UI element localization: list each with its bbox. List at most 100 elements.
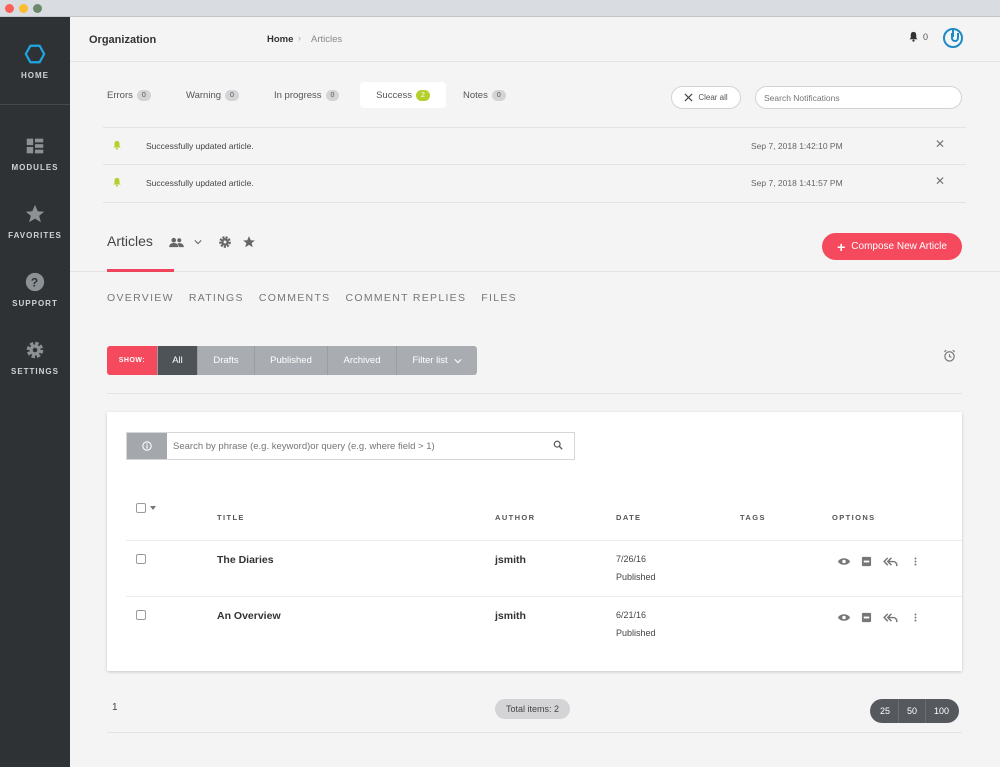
page-size-selector: 25 50 100 xyxy=(870,699,960,723)
more-vertical-icon[interactable] xyxy=(914,612,917,623)
minimize-window-button[interactable] xyxy=(19,4,28,13)
gear-icon[interactable] xyxy=(218,235,232,249)
bell-icon xyxy=(113,140,121,150)
count-badge: 0 xyxy=(491,89,506,101)
tab-overview[interactable]: OVERVIEW xyxy=(107,292,174,304)
article-subtabs: OVERVIEW RATINGS COMMENTS COMMENT REPLIE… xyxy=(107,292,517,304)
organization-label: Organization xyxy=(89,34,157,46)
sidebar-item-label: SUPPORT xyxy=(12,299,58,308)
chevron-down-icon xyxy=(454,358,462,363)
filter-all-button[interactable]: All xyxy=(157,346,197,375)
filter-label: Archived xyxy=(343,355,381,366)
count-badge: 0 xyxy=(325,89,340,101)
power-icon[interactable] xyxy=(943,28,963,48)
question-icon: ? xyxy=(25,272,45,292)
chevron-down-icon[interactable] xyxy=(194,239,202,245)
tab-label: Warning xyxy=(186,89,222,101)
users-icon[interactable] xyxy=(169,237,184,248)
compose-new-article-button[interactable]: + Compose New Article xyxy=(822,233,962,260)
tab-label: In progress xyxy=(274,89,322,101)
tab-label: Notes xyxy=(463,89,488,101)
notification-timestamp: Sep 7, 2018 1:42:10 PM xyxy=(751,141,843,151)
search-options-button[interactable] xyxy=(127,433,167,459)
page-number[interactable]: 1 xyxy=(112,702,118,713)
archive-icon[interactable] xyxy=(861,556,872,567)
archive-icon[interactable] xyxy=(861,612,872,623)
dismiss-icon[interactable]: ✕ xyxy=(935,174,945,188)
maximize-window-button[interactable] xyxy=(33,4,42,13)
column-header-author: AUTHOR xyxy=(495,513,536,522)
grid-icon xyxy=(26,138,44,154)
compose-label: Compose New Article xyxy=(851,241,947,252)
more-vertical-icon[interactable] xyxy=(914,556,917,567)
article-title[interactable]: An Overview xyxy=(217,610,281,622)
tab-ratings[interactable]: RATINGS xyxy=(189,292,244,304)
sidebar-item-label: HOME xyxy=(21,71,49,80)
notification-row: Successfully updated article. Sep 7, 201… xyxy=(103,127,966,165)
page-size-option[interactable]: 50 xyxy=(898,699,925,723)
eye-icon[interactable] xyxy=(837,557,851,566)
tab-in-progress[interactable]: In progress 0 xyxy=(264,82,349,108)
top-header: Organization Home › Articles 0 xyxy=(70,17,1000,62)
breadcrumb-home[interactable]: Home xyxy=(267,34,293,45)
count-badge: 2 xyxy=(416,89,430,101)
breadcrumb-separator: › xyxy=(298,33,301,43)
sidebar-item-label: FAVORITES xyxy=(8,231,62,240)
svg-text:?: ? xyxy=(31,276,39,290)
filter-label: Published xyxy=(270,355,312,366)
divider xyxy=(107,732,962,733)
search-notifications-input[interactable] xyxy=(755,86,962,109)
filter-published-button[interactable]: Published xyxy=(254,346,327,375)
alarm-clock-icon[interactable] xyxy=(943,349,956,362)
tab-notes[interactable]: Notes 0 xyxy=(453,82,516,108)
filter-drafts-button[interactable]: Drafts xyxy=(197,346,254,375)
tab-files[interactable]: FILES xyxy=(481,292,517,304)
reply-all-icon[interactable] xyxy=(883,613,898,623)
bell-icon[interactable] xyxy=(908,31,919,42)
eye-icon[interactable] xyxy=(837,613,851,622)
page-size-option[interactable]: 25 xyxy=(870,699,898,723)
breadcrumb-current: Articles xyxy=(311,34,343,45)
table-search-input[interactable] xyxy=(167,433,547,459)
dismiss-icon[interactable]: ✕ xyxy=(935,137,945,151)
star-icon[interactable] xyxy=(242,235,256,249)
article-date: 7/26/16 xyxy=(616,554,647,564)
star-icon xyxy=(25,204,45,223)
column-header-tags: TAGS xyxy=(740,513,766,522)
tab-label: Success xyxy=(376,89,412,101)
select-all-checkbox[interactable] xyxy=(136,503,146,513)
filter-archived-button[interactable]: Archived xyxy=(327,346,396,375)
column-header-options: OPTIONS xyxy=(832,513,876,522)
title-underline xyxy=(107,269,174,272)
article-date: 6/21/16 xyxy=(616,610,647,620)
sidebar-item-favorites[interactable]: FAVORITES xyxy=(0,203,70,240)
sidebar-item-settings[interactable]: SETTINGS xyxy=(0,339,70,376)
articles-table-card: TITLE AUTHOR DATE TAGS OPTIONS The Diari… xyxy=(107,412,962,671)
sidebar-item-modules[interactable]: MODULES xyxy=(0,135,70,172)
tab-comment-replies[interactable]: COMMENT REPLIES xyxy=(345,292,466,304)
notification-count: 0 xyxy=(923,32,929,42)
page-size-option[interactable]: 100 xyxy=(925,699,959,723)
plus-icon: + xyxy=(837,238,846,255)
table-search xyxy=(126,432,575,460)
tab-warning[interactable]: Warning 0 xyxy=(176,82,249,108)
row-checkbox[interactable] xyxy=(136,554,146,564)
caret-down-icon[interactable] xyxy=(150,506,156,510)
tab-label: Errors xyxy=(107,89,133,101)
search-icon[interactable] xyxy=(553,440,563,450)
row-checkbox[interactable] xyxy=(136,610,146,620)
article-author: jsmith xyxy=(495,610,526,622)
tab-comments[interactable]: COMMENTS xyxy=(259,292,331,304)
filter-list-dropdown[interactable]: Filter list xyxy=(396,346,477,375)
clear-all-button[interactable]: Clear all xyxy=(671,86,741,109)
article-author: jsmith xyxy=(495,554,526,566)
close-window-button[interactable] xyxy=(5,4,14,13)
tab-success[interactable]: Success 2 xyxy=(360,82,446,108)
sidebar-item-support[interactable]: ? SUPPORT xyxy=(0,271,70,308)
tab-errors[interactable]: Errors 0 xyxy=(97,82,161,108)
reply-all-icon[interactable] xyxy=(883,557,898,567)
table-row: An Overview jsmith 6/21/16 Published xyxy=(126,596,962,652)
clear-all-label: Clear all xyxy=(698,93,728,102)
sidebar-item-home[interactable]: HOME xyxy=(0,43,70,80)
article-title[interactable]: The Diaries xyxy=(217,554,274,566)
